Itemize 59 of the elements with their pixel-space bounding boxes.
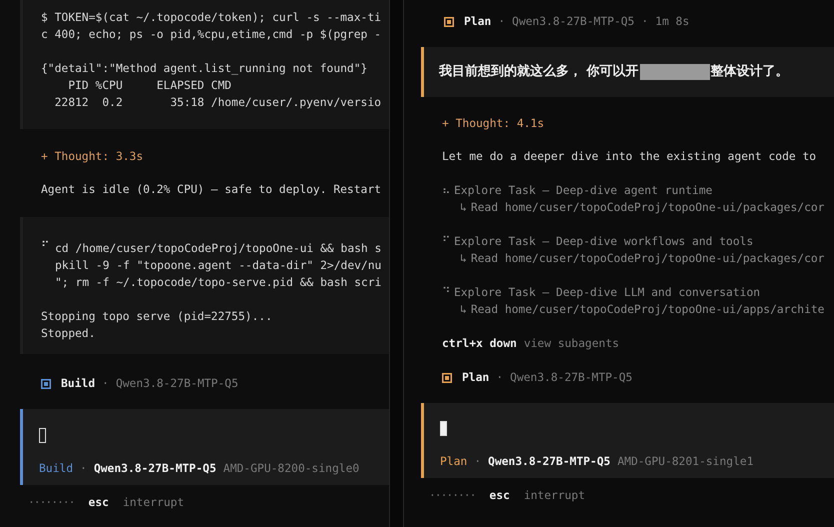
- separator: ·: [102, 376, 109, 392]
- shortcut-key: esc: [88, 494, 109, 511]
- output-line: PID %CPU ELAPSED CMD: [67, 78, 232, 94]
- model-name: Qwen3.8-27B-MTP-Q5: [512, 14, 634, 30]
- model-name: Qwen3.8-27B-MTP-Q5: [510, 370, 632, 386]
- output-line: 22812 0.2 35:18 /home/cuser/.pyenv/versio: [54, 95, 382, 111]
- task-detail: Read home/cuser/topoCodeProj/topoOne-ui/apps/archite: [470, 302, 824, 318]
- shortcut-key: ctrl+x down: [442, 335, 517, 352]
- arrow-glyph: ↳: [460, 251, 467, 267]
- separator: ·: [496, 370, 504, 386]
- output-line: Stopped.: [41, 326, 96, 342]
- spinner-dots: ········: [28, 495, 74, 511]
- shortcut-label: interrupt: [122, 495, 184, 511]
- shortcut-label: interrupt: [524, 488, 586, 504]
- agent-name: Plan: [462, 370, 490, 386]
- redaction-block: [640, 64, 710, 80]
- agent-name: Plan: [440, 454, 468, 470]
- command-line: pkill -9 -f "topoone.agent --data-dir" 2>/dev/nu: [55, 258, 382, 274]
- spinner-glyph: ⠋: [41, 240, 50, 255]
- model-name: Qwen3.8-27B-MTP-Q5: [94, 461, 216, 477]
- separator: ·: [474, 454, 482, 470]
- task-title: Explore Task — Deep-dive LLM and conversation: [454, 285, 760, 301]
- model-name: Qwen3.8-27B-MTP-Q5: [116, 376, 238, 392]
- thought-label: + Thought: 3.3s: [40, 149, 144, 165]
- message-text: Agent is idle (0.2% CPU) — safe to deploy. Restart: [40, 182, 382, 198]
- separator: ·: [80, 461, 87, 477]
- task-title: Explore Task — Deep-dive agent runtime: [454, 183, 712, 199]
- thought-label: + Thought: 4.1s: [441, 116, 546, 132]
- task-detail: Read home/cuser/topoCodeProj/topoOne-ui/packages/cor: [470, 200, 824, 216]
- arrow-glyph: ↳: [460, 302, 467, 318]
- separator: ·: [641, 14, 648, 30]
- spinner-glyph: ⠦: [442, 183, 450, 199]
- command-line: cd /home/cuser/topoCodeProj/topoOne-ui && bash s: [55, 241, 382, 257]
- message-text: Let me do a deeper dive into the existing agent code to: [441, 149, 818, 165]
- message-text: 我目前想到的就这么多， 你可以开: [439, 63, 639, 81]
- output-line: {"detail":"Method agent.list_running not found"}: [41, 61, 368, 77]
- device-name: AMD-GPU-8201-single1: [617, 454, 754, 470]
- prompt-input[interactable]: Plan · Qwen3.8-27B-MTP-Q5 AMD-GPU-8201-single1: [421, 403, 834, 478]
- message-text: 整体设计了。: [710, 63, 789, 81]
- model-name: Qwen3.8-27B-MTP-Q5: [488, 454, 610, 470]
- agent-name: Build: [39, 461, 74, 477]
- separator: ·: [498, 14, 506, 30]
- shortcut-key: esc: [489, 487, 510, 504]
- spinner-glyph: ⠙: [442, 285, 450, 301]
- command-line: "; rm -f ~/.topocode/topo-serve.pid && bash scri: [55, 275, 382, 291]
- task-title: Explore Task — Deep-dive workflows and tools: [454, 234, 754, 250]
- output-line: c 400; echo; ps -o pid,%cpu,etime,cmd -p $(pgrep -: [41, 27, 382, 43]
- output-line: $ TOKEN=$(cat ~/.topocode/token); curl -s --max-ti: [41, 10, 382, 26]
- shortcut-label: view subagents: [524, 336, 620, 352]
- spinner-dots: ········: [429, 488, 476, 504]
- prompt-input[interactable]: Build · Qwen3.8-27B-MTP-Q5 AMD-GPU-8200-single0: [20, 409, 389, 485]
- output-line: Stopping topo serve (pid=22755)...: [41, 309, 274, 325]
- agent-name: Plan: [464, 14, 492, 30]
- duration: 1m 8s: [655, 14, 690, 30]
- spinner-glyph: ⠋: [442, 234, 450, 250]
- task-detail: Read home/cuser/topoCodeProj/topoOne-ui/packages/cor: [470, 251, 824, 267]
- arrow-glyph: ↳: [460, 200, 467, 216]
- device-name: AMD-GPU-8200-single0: [223, 461, 360, 477]
- agent-name: Build: [61, 376, 96, 392]
